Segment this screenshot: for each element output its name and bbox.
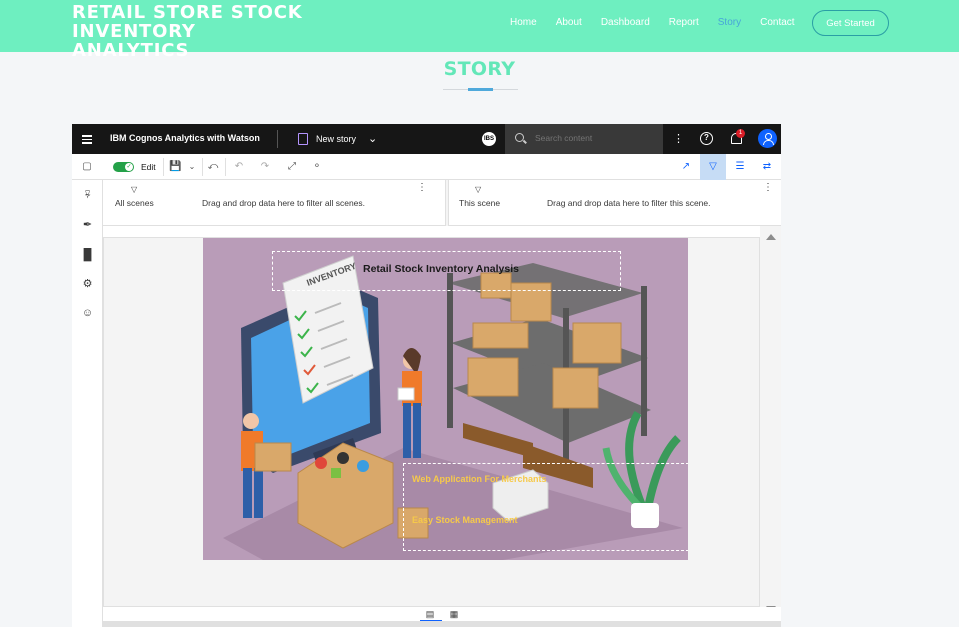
vertical-scrollbar[interactable] (760, 226, 781, 616)
all-scenes-drop-zone[interactable]: Drag and drop data here to filter all sc… (202, 198, 365, 208)
nav-story[interactable]: Story (718, 16, 741, 30)
share-icon[interactable]: ⤺ (207, 161, 219, 173)
scene-subtitle-box[interactable]: Web Application For Merchants Easy Stock… (403, 463, 688, 551)
bottom-bar: ▤ ▦ (103, 607, 781, 627)
scene-slide[interactable]: INVENTORY Retail Stock Inventory Analysi… (203, 238, 688, 560)
scene-title-box[interactable]: Retail Stock Inventory Analysis (272, 251, 621, 291)
collaborator-badge[interactable]: IBS (482, 132, 496, 146)
cognos-embed: IBM Cognos Analytics with Watson New sto… (72, 124, 781, 627)
nav-report[interactable]: Report (669, 16, 699, 30)
navigation-tree-icon[interactable]: ⍫ (81, 189, 94, 202)
site-logo[interactable]: RETAIL STORE STOCK INVENTORY ANALYTICS (72, 3, 432, 60)
search-bar (505, 124, 663, 154)
undo-icon[interactable]: ↶ (233, 161, 245, 173)
all-scenes-label: All scenes (115, 198, 154, 208)
story-icon (298, 133, 308, 145)
scenes-view-icon[interactable]: ▤ (424, 608, 436, 620)
filter-splitter[interactable] (445, 180, 449, 226)
visualizations-icon[interactable]: █ (81, 249, 94, 262)
nav-home[interactable]: Home (510, 16, 537, 30)
filter-icon: ▽ (475, 185, 482, 194)
story-toolbar: ▢ Edit 💾 ⌄ ⤺ ↶ ↷ ⤢ ⚬ ↗ ▽ ☰ ⇄ (72, 154, 781, 180)
redo-icon[interactable]: ↷ (259, 161, 271, 173)
comment-icon[interactable]: ▢ (81, 161, 93, 173)
header-divider (277, 130, 278, 148)
toolbar-divider (202, 158, 203, 176)
nav-contact[interactable]: Contact (760, 16, 794, 30)
all-scenes-more-icon[interactable]: ⋮ (417, 182, 427, 193)
hamburger-menu-icon[interactable] (82, 133, 92, 145)
section-title: STORY (443, 58, 516, 80)
filter-icon: ▽ (709, 161, 717, 172)
chart-suggestion-icon[interactable]: ↗ (680, 161, 692, 173)
fullscreen-icon[interactable]: ⤢ (286, 161, 298, 173)
toolbar-divider (225, 158, 226, 176)
story-name[interactable]: New story (316, 134, 356, 144)
user-avatar-icon[interactable] (758, 129, 777, 148)
timeline-strip (103, 621, 781, 627)
save-dropdown-chevron-icon[interactable]: ⌄ (186, 161, 198, 173)
nav-dashboard[interactable]: Dashboard (601, 16, 650, 30)
title-divider-accent (468, 88, 493, 91)
save-icon[interactable]: 💾 (169, 161, 181, 173)
get-started-button[interactable]: Get Started (812, 10, 889, 36)
site-nav: Home About Dashboard Report Story Contac… (510, 16, 795, 30)
assistant-icon[interactable]: ☺ (81, 307, 94, 320)
pin-icon[interactable]: ✒ (81, 219, 94, 232)
left-sidebar: ⍫ ✒ █ ⚙ ☺ (72, 180, 103, 627)
properties-icon[interactable]: ⇄ (761, 161, 773, 173)
chevron-down-icon[interactable]: ⌄ (368, 132, 377, 145)
timeline-icon[interactable]: ☰ (734, 161, 746, 173)
search-input[interactable] (535, 133, 655, 143)
nav-about[interactable]: About (556, 16, 582, 30)
site-header: RETAIL STORE STOCK INVENTORY ANALYTICS H… (0, 0, 959, 60)
edit-label: Edit (141, 162, 156, 172)
grid-view-icon[interactable]: ▦ (448, 608, 460, 620)
app-name: IBM Cognos Analytics with Watson (110, 133, 260, 143)
filter-icon: ▽ (131, 185, 138, 194)
more-options-icon[interactable]: ⋮ (673, 132, 684, 145)
notification-count-badge: 1 (736, 129, 745, 138)
cognos-top-bar: IBM Cognos Analytics with Watson New sto… (72, 124, 781, 154)
this-scene-label: This scene (459, 198, 501, 208)
filter-bar: ▽ All scenes Drag and drop data here to … (103, 180, 781, 226)
scroll-up-arrow-icon[interactable] (766, 234, 776, 240)
this-scene-drop-zone[interactable]: Drag and drop data here to filter this s… (547, 198, 710, 208)
pin-connections-icon[interactable]: ⚬ (311, 161, 323, 173)
widgets-icon[interactable]: ⚙ (81, 278, 94, 291)
scene-title: Retail Stock Inventory Analysis (363, 263, 519, 275)
toolbar-divider (163, 158, 164, 176)
search-icon (515, 133, 524, 142)
edit-toggle[interactable] (113, 162, 134, 172)
help-icon[interactable]: ? (700, 132, 713, 145)
scene-subtitle-line1: Web Application For Merchants (412, 474, 547, 484)
this-scene-more-icon[interactable]: ⋮ (763, 182, 773, 193)
scene-subtitle-line2: Easy Stock Management (412, 515, 518, 525)
